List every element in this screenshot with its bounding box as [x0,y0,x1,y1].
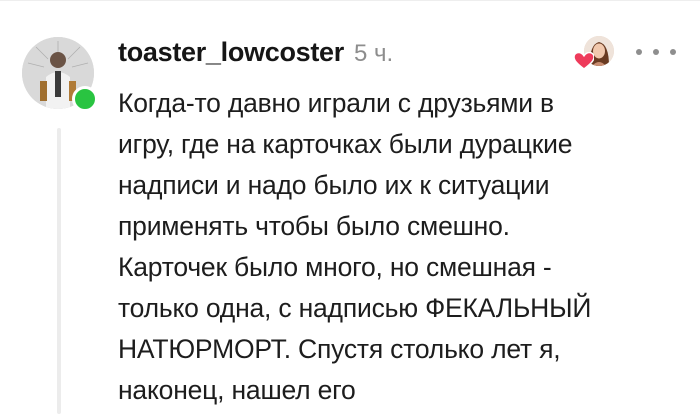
comment-line: Когда-то давно играли с друзьями в [118,88,554,118]
comment-line: надписи и надо было их к ситуации [118,170,550,200]
heart-icon [574,52,594,70]
comment-line: Карточек было много, но смешная - [118,252,552,282]
more-options-button[interactable] [636,42,676,62]
comment-body: Когда-то давно играли с друзьями в игру,… [118,83,678,411]
comment-thread-line[interactable] [57,128,61,414]
author-username[interactable]: toaster_lowcoster [118,37,344,68]
comment-line: НАТЮРМОРТ. Спустя столько лет я, [118,334,561,364]
comment-timestamp[interactable]: 5 ч. [354,40,393,68]
comment-line: наконец, нашел его [118,375,356,405]
more-options-dot [653,49,659,55]
more-options-dot [670,49,676,55]
more-options-dot [636,49,642,55]
liked-by-author-indicator[interactable] [574,36,616,72]
comment-header: toaster_lowcoster 5 ч. [118,37,393,71]
online-status-dot [72,86,98,112]
comment-line: применять чтобы было смешно. [118,211,510,241]
comment-line: только одна, с надписью ФЕКАЛЬНЫЙ [118,293,592,323]
comment-line: игру, где на карточках были дурацкие [118,129,573,159]
top-divider [0,0,700,1]
